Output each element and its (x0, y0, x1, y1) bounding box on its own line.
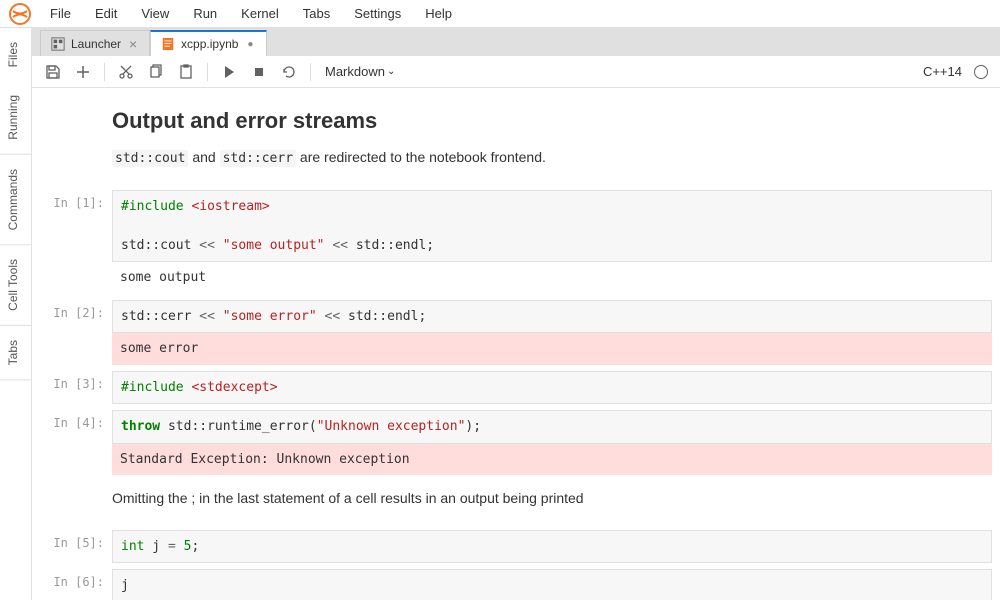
cell-output: some output (112, 262, 992, 294)
sidebar-tab-files[interactable]: Files (0, 28, 31, 81)
code-cell[interactable]: In [6]: j (40, 569, 992, 600)
code-cell[interactable]: In [2]: std::cerr << "some error" << std… (40, 300, 992, 365)
copy-button[interactable] (143, 59, 169, 85)
jupyter-logo-icon (8, 2, 32, 26)
chevron-down-icon: ⌄ (387, 66, 395, 77)
paragraph: std::cout and std::cerr are redirected t… (112, 146, 992, 170)
code-cell[interactable]: In [5]: int j = 5; (40, 530, 992, 564)
cut-button[interactable] (113, 59, 139, 85)
paragraph: Omitting the ; in the last statement of … (112, 487, 992, 509)
separator (310, 63, 311, 81)
sidebar-tab-tabs[interactable]: Tabs (0, 326, 31, 380)
code-input[interactable]: j (112, 569, 992, 600)
cell-prompt: In [3]: (40, 371, 112, 405)
code-cell[interactable]: In [3]: #include <stdexcept> (40, 371, 992, 405)
cell-prompt: In [1]: (40, 190, 112, 294)
cell-prompt: In [2]: (40, 300, 112, 365)
tab-bar: Launcher xcpp.ipynb (32, 28, 1000, 56)
cell-prompt: In [6]: (40, 569, 112, 600)
menu-file[interactable]: File (40, 2, 81, 25)
markdown-cell[interactable]: Output and error streams std::cout and s… (40, 100, 992, 184)
kernel-name[interactable]: C++14 (915, 64, 970, 79)
restart-button[interactable] (276, 59, 302, 85)
cell-prompt (40, 481, 112, 523)
celltype-label: Markdown (325, 64, 385, 79)
menubar: File Edit View Run Kernel Tabs Settings … (0, 0, 1000, 28)
cell-output-stderr: Standard Exception: Unknown exception (112, 444, 992, 476)
menu-tabs[interactable]: Tabs (293, 2, 340, 25)
menu-help[interactable]: Help (415, 2, 462, 25)
tab-label: Launcher (71, 37, 121, 51)
launcher-icon (51, 37, 65, 51)
paste-button[interactable] (173, 59, 199, 85)
sidebar-tab-running[interactable]: Running (0, 81, 31, 155)
menu-view[interactable]: View (131, 2, 179, 25)
separator (207, 63, 208, 81)
close-icon[interactable] (127, 38, 139, 50)
save-button[interactable] (40, 59, 66, 85)
cell-prompt: In [5]: (40, 530, 112, 564)
separator (104, 63, 105, 81)
stop-button[interactable] (246, 59, 272, 85)
celltype-select[interactable]: Markdown ⌄ (319, 64, 401, 79)
run-button[interactable] (216, 59, 242, 85)
sidebar-tab-celltools[interactable]: Cell Tools (0, 245, 31, 326)
tab-xcpp[interactable]: xcpp.ipynb (150, 30, 267, 56)
menu-settings[interactable]: Settings (344, 2, 411, 25)
left-sidebar: Files Running Commands Cell Tools Tabs (0, 28, 32, 600)
notebook-area[interactable]: Output and error streams std::cout and s… (32, 88, 1000, 600)
code-cell[interactable]: In [1]: #include <iostream> std::cout <<… (40, 190, 992, 294)
notebook-toolbar: Markdown ⌄ C++14 (32, 56, 1000, 88)
sidebar-tab-commands[interactable]: Commands (0, 155, 31, 245)
code-input[interactable]: throw std::runtime_error("Unknown except… (112, 410, 992, 444)
code-input[interactable]: #include <iostream> std::cout << "some o… (112, 190, 992, 263)
code-cell[interactable]: In [4]: throw std::runtime_error("Unknow… (40, 410, 992, 475)
cell-prompt: In [4]: (40, 410, 112, 475)
markdown-cell[interactable]: Omitting the ; in the last statement of … (40, 481, 992, 523)
code-input[interactable]: #include <stdexcept> (112, 371, 992, 405)
menu-run[interactable]: Run (183, 2, 227, 25)
cell-prompt (40, 100, 112, 184)
heading: Output and error streams (112, 108, 992, 134)
code-input[interactable]: std::cerr << "some error" << std::endl; (112, 300, 992, 334)
code-input[interactable]: int j = 5; (112, 530, 992, 564)
menu-kernel[interactable]: Kernel (231, 2, 289, 25)
tab-label: xcpp.ipynb (181, 37, 238, 51)
cell-output-stderr: some error (112, 333, 992, 365)
add-cell-button[interactable] (70, 59, 96, 85)
dirty-indicator-icon (244, 38, 256, 50)
notebook-icon (161, 37, 175, 51)
kernel-status-icon[interactable] (974, 65, 988, 79)
menu-edit[interactable]: Edit (85, 2, 127, 25)
tab-launcher[interactable]: Launcher (40, 30, 150, 56)
